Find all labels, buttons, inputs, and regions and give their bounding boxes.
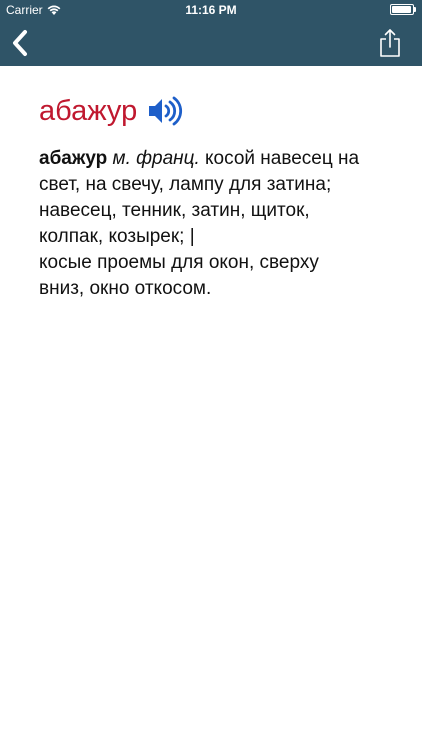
headword-row: абажур [39,92,415,130]
definition-term: абажур [39,148,108,169]
pronounce-button[interactable] [147,95,183,127]
speaker-icon [149,96,183,126]
chevron-left-icon [13,30,27,56]
share-button[interactable] [378,28,402,58]
definition-line: косые проемы для окон, сверху [39,252,319,273]
definition-text-part: косой навесец на [205,148,360,169]
headword: абажур [39,95,138,127]
status-bar: Carrier 11:16 PM [0,0,422,20]
definition-line: колпак, козырек; | [39,226,195,247]
top-bar: Carrier 11:16 PM [0,0,422,66]
grammar-label: м. франц. [112,148,200,169]
share-icon [380,29,400,57]
definition-line: свет, на свечу, лампу для затина; [39,174,332,195]
battery-icon [390,4,416,15]
definition-line: навесец, тенник, затин, щиток, [39,200,310,221]
screen: Carrier 11:16 PM абажур абажур м. франц.… [0,0,422,750]
nav-bar [0,20,422,66]
definition-line: вниз, окно откосом. [39,278,212,299]
status-right [390,0,416,15]
dictionary-entry: абажур абажур м. франц. косой навесец на… [39,92,415,302]
back-button[interactable] [8,26,34,60]
definition-line: абажур м. франц. косой навесец на [39,146,415,172]
status-time: 11:16 PM [185,3,237,17]
definition-text: абажур м. франц. косой навесец на свет, … [39,146,415,302]
